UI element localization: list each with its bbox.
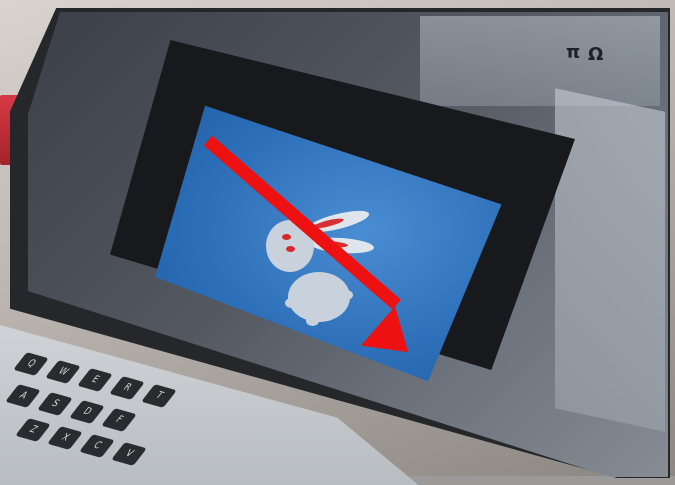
omega-icon[interactable]: Ω	[588, 44, 603, 65]
bunny-eye	[286, 246, 295, 252]
key: Q	[13, 352, 49, 376]
key: Z	[15, 418, 51, 442]
key: R	[109, 376, 145, 400]
key: S	[37, 392, 73, 416]
key: A	[5, 384, 41, 408]
key: W	[45, 360, 81, 384]
bunny-foot	[285, 298, 298, 308]
app-ribbon	[420, 16, 660, 106]
bunny-foot	[306, 316, 319, 326]
key: F	[101, 408, 137, 432]
pi-icon[interactable]: π	[566, 42, 580, 63]
key: E	[77, 368, 113, 392]
key: C	[79, 434, 115, 458]
bunny-eye	[282, 234, 291, 240]
key: X	[47, 426, 83, 450]
key: T	[141, 384, 177, 408]
bunny-foot	[340, 290, 353, 300]
key: V	[111, 442, 147, 466]
key: D	[69, 400, 105, 424]
keyboard: Q W E R T A S D F Z X C V	[0, 345, 420, 485]
